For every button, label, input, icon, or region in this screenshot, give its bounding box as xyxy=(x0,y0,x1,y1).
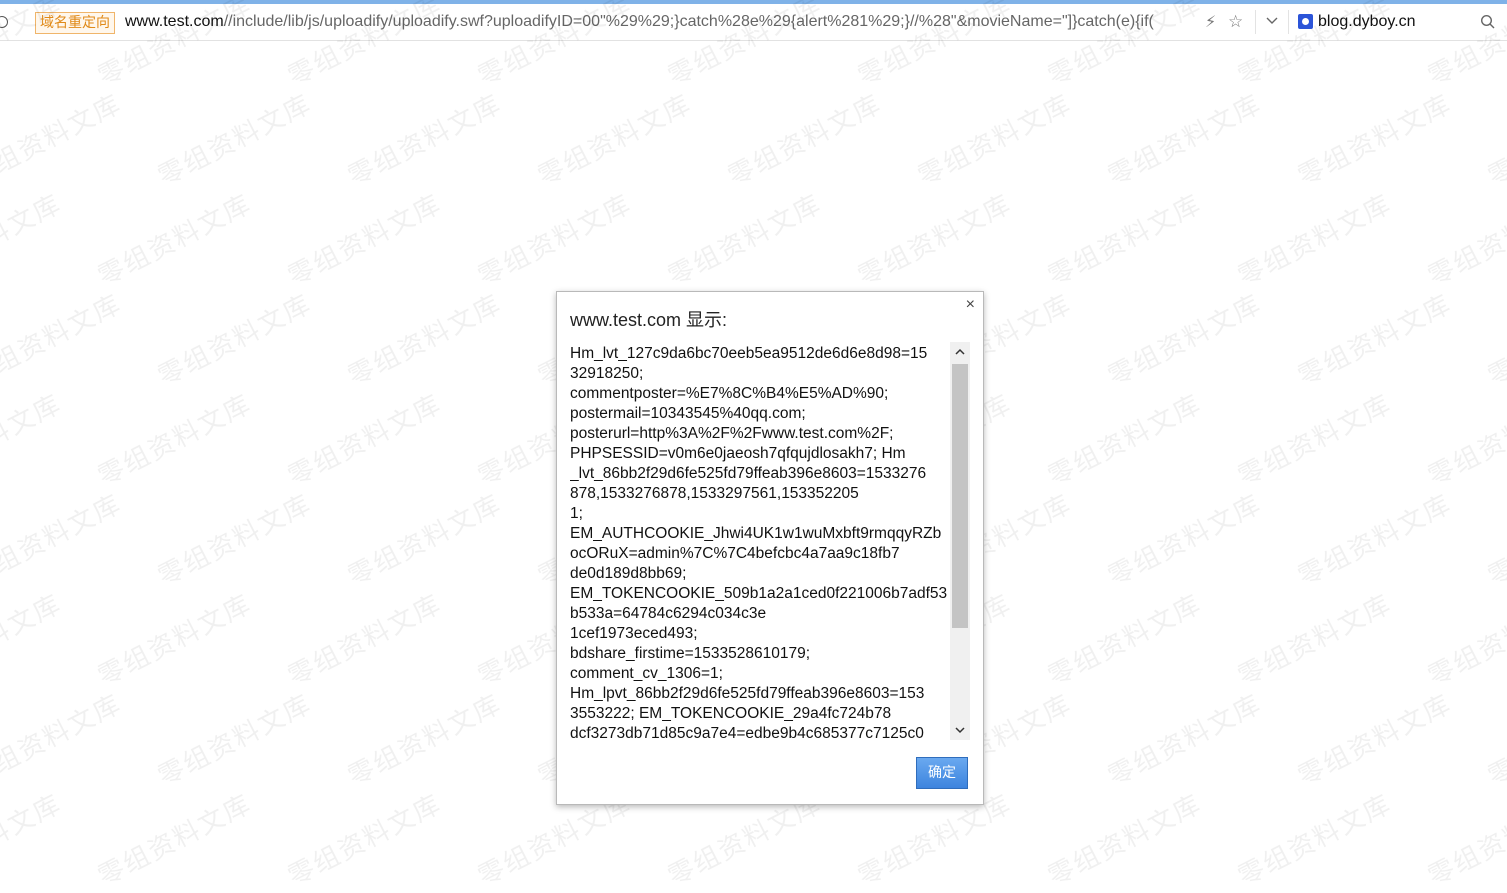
ok-button[interactable]: 确定 xyxy=(916,757,968,789)
watermark-text: 零组资料文库 xyxy=(913,89,1077,193)
watermark-text: 零组资料文库 xyxy=(533,89,697,193)
watermark-text: 零组资料文库 xyxy=(93,189,257,293)
message-line: b533a=64784c6294c034c3e xyxy=(570,605,767,622)
chevron-down-icon[interactable] xyxy=(1266,14,1278,26)
watermark-text: 零组资料文库 xyxy=(723,89,887,193)
message-line: comment_cv_1306=1; xyxy=(570,665,723,682)
watermark-text: 零组资料文库 xyxy=(1423,389,1507,493)
watermark-text: 零组资料文库 xyxy=(1043,589,1207,693)
toolbar-divider xyxy=(1255,10,1256,34)
watermark-text: 零组资料文库 xyxy=(93,589,257,693)
close-icon[interactable]: × xyxy=(966,296,975,314)
watermark-text: 零组资料文库 xyxy=(343,289,507,393)
watermark-text: 零组资料文库 xyxy=(283,789,447,893)
watermark-text: 零组资料文库 xyxy=(1483,289,1507,393)
watermark-text: 零组资料文库 xyxy=(343,689,507,793)
scroll-thumb[interactable] xyxy=(952,364,968,628)
watermark-text: 零组资料文库 xyxy=(0,589,67,693)
message-line: 32918250; xyxy=(570,365,644,382)
search-icon[interactable] xyxy=(1480,14,1496,30)
message-line: EM_TOKENCOOKIE_509b1a2a1ced0f221006b7adf… xyxy=(570,585,948,602)
scroll-up-arrow-icon[interactable] xyxy=(950,342,970,362)
watermark-text: 零组资料文库 xyxy=(473,189,637,293)
toolbar-divider xyxy=(1288,10,1289,34)
search-site-box[interactable]: blog.dyboy.cn xyxy=(1318,12,1416,32)
watermark-text: 零组资料文库 xyxy=(1423,589,1507,693)
watermark-text: 零组资料文库 xyxy=(1293,689,1457,793)
watermark-text: 零组资料文库 xyxy=(343,89,507,193)
watermark-text: 零组资料文库 xyxy=(1423,789,1507,893)
flash-icon[interactable]: ⚡ xyxy=(1205,12,1216,32)
watermark-text: 零组资料文库 xyxy=(153,489,317,593)
scroll-down-arrow-icon[interactable] xyxy=(950,720,970,740)
message-line: dcf3273db71d85c9a7e4=edbe9b4c685377c7125… xyxy=(570,725,924,739)
alert-dialog: × www.test.com 显示: Hm_lvt_127c9da6bc70ee… xyxy=(556,291,984,805)
message-line: de0d189d8bb69; xyxy=(570,565,687,582)
watermark-text: 零组资料文库 xyxy=(1043,189,1207,293)
watermark-text: 零组资料文库 xyxy=(1293,489,1457,593)
message-line: 1cef1973eced493; xyxy=(570,625,698,642)
watermark-text: 零组资料文库 xyxy=(283,589,447,693)
watermark-text: 零组资料文库 xyxy=(0,89,127,193)
message-line: EM_AUTHCOOKIE_Jhwi4UK1w1wuMxbft9rmqqyRZb xyxy=(570,525,942,542)
watermark-text: 零组资料文库 xyxy=(1293,289,1457,393)
watermark-text: 零组资料文库 xyxy=(853,189,1017,293)
message-line: Hm_lpvt_86bb2f29d6fe525fd79ffeab396e8603… xyxy=(570,685,925,702)
message-line: PHPSESSID=v0m6e0jaeosh7qfqujdlosakh7; Hm xyxy=(570,445,906,462)
watermark-text: 零组资料文库 xyxy=(1043,389,1207,493)
message-line: _lvt_86bb2f29d6fe525fd79ffeab396e8603=15… xyxy=(570,465,927,482)
watermark-text: 零组资料文库 xyxy=(0,789,67,893)
watermark-text: 零组资料文库 xyxy=(343,489,507,593)
url-input[interactable]: www.test.com//include/lib/js/uploadify/u… xyxy=(125,12,1197,32)
watermark-text: 零组资料文库 xyxy=(0,289,127,393)
watermark-text: 零组资料文库 xyxy=(1103,289,1267,393)
message-line: postermail=10343545%40qq.com; xyxy=(570,405,806,422)
watermark-text: 零组资料文库 xyxy=(1483,89,1507,193)
watermark-text: 零组资料文库 xyxy=(1233,389,1397,493)
watermark-text: 零组资料文库 xyxy=(283,189,447,293)
watermark-text: 零组资料文库 xyxy=(0,389,67,493)
watermark-text: 零组资料文库 xyxy=(1233,789,1397,893)
message-line: ocORuX=admin%7C%7C4befcbc4a7aa9c18fb7 xyxy=(570,545,900,562)
watermark-text: 零组资料文库 xyxy=(0,489,127,593)
watermark-text: 零组资料文库 xyxy=(1103,689,1267,793)
bookmark-star-icon[interactable]: ☆ xyxy=(1228,12,1243,32)
watermark-text: 零组资料文库 xyxy=(1483,489,1507,593)
url-path: //include/lib/js/uploadify/uploadify.swf… xyxy=(223,13,1154,30)
dialog-title: www.test.com 显示: xyxy=(570,310,728,330)
watermark-text: 零组资料文库 xyxy=(1483,689,1507,793)
watermark-text: 零组资料文库 xyxy=(0,689,127,793)
watermark-text: 零组资料文库 xyxy=(1043,789,1207,893)
watermark-text: 零组资料文库 xyxy=(0,189,67,293)
dialog-message: Hm_lvt_127c9da6bc70eeb5ea9512de6d6e8d98=… xyxy=(570,344,950,739)
watermark-text: 零组资料文库 xyxy=(1103,489,1267,593)
message-line: commentposter=%E7%8C%B4%E5%AD%90; xyxy=(570,385,889,402)
watermark-text: 零组资料文库 xyxy=(1423,189,1507,293)
message-line: 3553222; EM_TOKENCOOKIE_29a4fc724b78 xyxy=(570,705,892,722)
watermark-text: 零组资料文库 xyxy=(93,789,257,893)
redirect-badge[interactable]: 域名重定向 xyxy=(35,12,115,34)
message-line: bdshare_firstime=1533528610179; xyxy=(570,645,811,662)
message-scrollbar[interactable] xyxy=(950,342,970,740)
reload-icon[interactable] xyxy=(0,16,8,28)
message-line: 878,1533276878,1533297561,153352205 xyxy=(570,485,859,502)
watermark-text: 零组资料文库 xyxy=(153,89,317,193)
watermark-text: 零组资料文库 xyxy=(1293,89,1457,193)
message-line: 1; xyxy=(570,505,583,522)
watermark-text: 零组资料文库 xyxy=(153,289,317,393)
message-line: Hm_lvt_127c9da6bc70eeb5ea9512de6d6e8d98=… xyxy=(570,345,928,362)
watermark-text: 零组资料文库 xyxy=(93,389,257,493)
message-line: posterurl=http%3A%2F%2Fwww.test.com%2F; xyxy=(570,425,894,442)
watermark-text: 零组资料文库 xyxy=(663,189,827,293)
address-toolbar: 域名重定向 www.test.com//include/lib/js/uploa… xyxy=(0,4,1507,41)
watermark-text: 零组资料文库 xyxy=(153,689,317,793)
search-engine-icon[interactable] xyxy=(1298,14,1313,29)
watermark-text: 零组资料文库 xyxy=(283,389,447,493)
watermark-text: 零组资料文库 xyxy=(1103,89,1267,193)
watermark-text: 零组资料文库 xyxy=(1233,589,1397,693)
watermark-text: 零组资料文库 xyxy=(1233,189,1397,293)
url-host: www.test.com xyxy=(125,13,224,30)
